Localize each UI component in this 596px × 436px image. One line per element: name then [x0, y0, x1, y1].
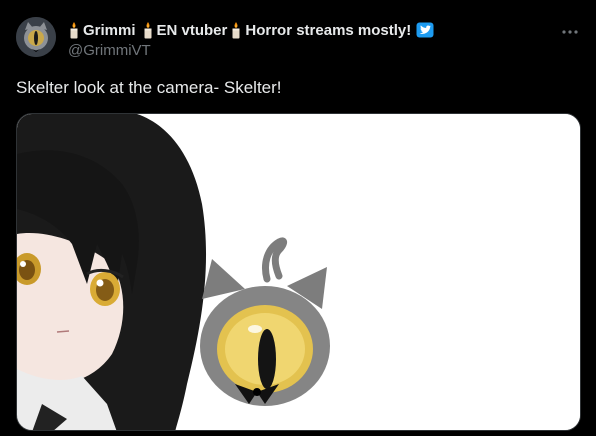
tweet-media-image[interactable]	[16, 113, 581, 431]
author-display-name[interactable]: Grimmi EN vtuber Horror streams mostly!	[68, 20, 434, 40]
cat-avatar-icon	[16, 17, 56, 57]
display-name-segment: Horror streams mostly!	[245, 21, 412, 39]
tweet-text: Skelter look at the camera- Skelter!	[16, 78, 282, 97]
author-handle[interactable]: @GrimmiVT	[68, 42, 151, 59]
verified-badge-icon	[416, 22, 434, 38]
display-name-segment: EN vtuber	[156, 21, 228, 39]
candle-icon	[232, 22, 240, 39]
candle-icon	[144, 22, 152, 39]
candle-icon	[70, 22, 78, 39]
display-name-segment: Grimmi	[83, 21, 136, 39]
author-avatar[interactable]	[16, 17, 56, 57]
vtuber-artwork-image	[17, 114, 580, 430]
more-options-button[interactable]	[558, 22, 582, 42]
more-icon	[562, 30, 578, 34]
